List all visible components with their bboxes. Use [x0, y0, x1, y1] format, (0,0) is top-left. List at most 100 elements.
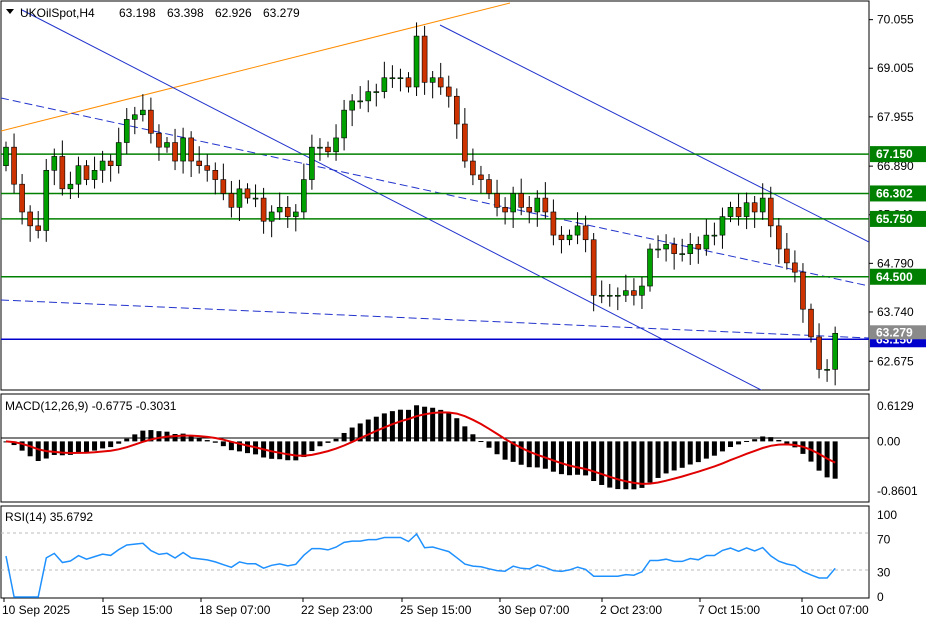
candle-body — [647, 248, 653, 287]
candle-body — [824, 369, 830, 371]
rsi-tick-label: 100 — [877, 508, 897, 522]
macd-bar — [156, 431, 162, 442]
macd-bar — [309, 441, 315, 452]
candle[interactable] — [808, 303, 814, 343]
candle[interactable] — [647, 243, 653, 292]
macd-bar — [526, 441, 532, 468]
macd-bar — [75, 441, 81, 453]
candle[interactable] — [43, 158, 50, 242]
level-badge-label: 66.302 — [876, 186, 913, 200]
candle-body — [566, 234, 573, 241]
candle-body — [19, 183, 25, 213]
level-badge-label: 64.500 — [876, 270, 913, 284]
macd-bar — [591, 441, 597, 482]
macd-bar — [687, 441, 693, 465]
candle-body — [317, 146, 323, 149]
macd-bar — [132, 434, 138, 442]
macd-bar — [655, 441, 661, 478]
macd-bar — [422, 406, 428, 442]
macd-bar — [84, 441, 89, 453]
macd-tick-label: -0.8601 — [877, 484, 918, 498]
macd-bar — [494, 441, 500, 455]
candle-body — [663, 244, 669, 250]
candle-body — [719, 216, 726, 236]
candle-body — [671, 244, 677, 254]
macd-bar — [550, 441, 556, 472]
macd-bar — [373, 416, 379, 442]
macd-label: MACD(12,26,9) -0.6775 -0.3031 — [5, 399, 177, 413]
candle-body — [639, 285, 645, 296]
macd-bar — [470, 434, 476, 442]
macd-bar — [341, 432, 347, 442]
candle-body — [470, 160, 476, 176]
macd-bar — [607, 441, 613, 488]
candle-body — [51, 156, 58, 171]
macd-bar — [140, 430, 146, 442]
candle-body — [292, 211, 299, 217]
candle-body — [687, 244, 694, 254]
candle-body — [727, 207, 734, 217]
candle-body — [172, 142, 178, 162]
candle-body — [260, 197, 267, 222]
candle-body — [83, 165, 90, 180]
candle-body — [518, 193, 525, 208]
candle-body — [808, 308, 814, 338]
candle-body — [800, 271, 806, 310]
rsi-pane[interactable]: RSI(14) 35.6792 100 70 30 0 — [0, 505, 897, 604]
candle-body — [284, 207, 291, 217]
rsi-tick-label: 70 — [877, 533, 891, 547]
candle-body — [703, 234, 710, 250]
candle-body — [631, 290, 637, 296]
candle-body — [341, 109, 347, 139]
candle-body — [421, 35, 428, 83]
candle-body — [550, 211, 557, 236]
time-tick-label: 18 Sep 07:00 — [199, 603, 271, 617]
candle-body — [445, 86, 452, 97]
macd-bar — [293, 441, 299, 461]
candle-body — [3, 146, 9, 166]
candle-body — [107, 160, 114, 166]
macd-bar — [317, 441, 323, 447]
candle-body — [413, 35, 420, 88]
candle-body — [164, 142, 170, 148]
candle-body — [333, 137, 339, 153]
macd-bar — [744, 440, 750, 442]
macd-bar — [615, 441, 621, 490]
macd-pane[interactable]: MACD(12,26,9) -0.6775 -0.3031 0.6129 0.00… — [0, 393, 918, 503]
candle-body — [397, 77, 404, 80]
macd-bar — [736, 441, 742, 445]
rsi-tick-label: 0 — [877, 590, 884, 604]
time-tick-label: 22 Sep 23:00 — [301, 603, 373, 617]
candle-body — [598, 294, 605, 297]
candle-body — [325, 146, 331, 153]
macd-bar — [438, 409, 444, 442]
candle-body — [252, 197, 259, 200]
time-tick-label: 15 Sep 15:00 — [101, 603, 173, 617]
macd-bar — [711, 441, 717, 456]
candle-body — [405, 77, 412, 88]
candle-body — [204, 165, 211, 171]
macd-bar — [486, 441, 492, 448]
candle-body — [349, 100, 355, 111]
macd-bar — [27, 441, 33, 457]
price-tick-label: 69.005 — [877, 61, 914, 75]
candle-body — [437, 77, 444, 88]
candle-body — [510, 193, 516, 213]
symbol-label: UKOilSpot,H4 — [20, 6, 95, 20]
macd-bar — [365, 419, 371, 442]
macd-bar — [196, 437, 202, 442]
macd-bar — [220, 441, 226, 447]
candle-body — [27, 211, 33, 227]
macd-bar — [719, 441, 725, 452]
macd-bar — [502, 441, 508, 460]
candle-body — [767, 197, 774, 227]
rsi-tick-label: 30 — [877, 565, 891, 579]
macd-bar — [567, 441, 572, 476]
ohlc-open: 63.198 — [119, 6, 156, 20]
candle-body — [99, 160, 106, 171]
candle-body — [220, 179, 227, 194]
candle-body — [43, 170, 50, 231]
candle-body — [453, 95, 460, 125]
trading-chart[interactable]: FXTM富拓 70.05569.00567.95566.89065.84064.… — [0, 0, 936, 624]
macd-tick-label: 0.00 — [877, 434, 901, 448]
